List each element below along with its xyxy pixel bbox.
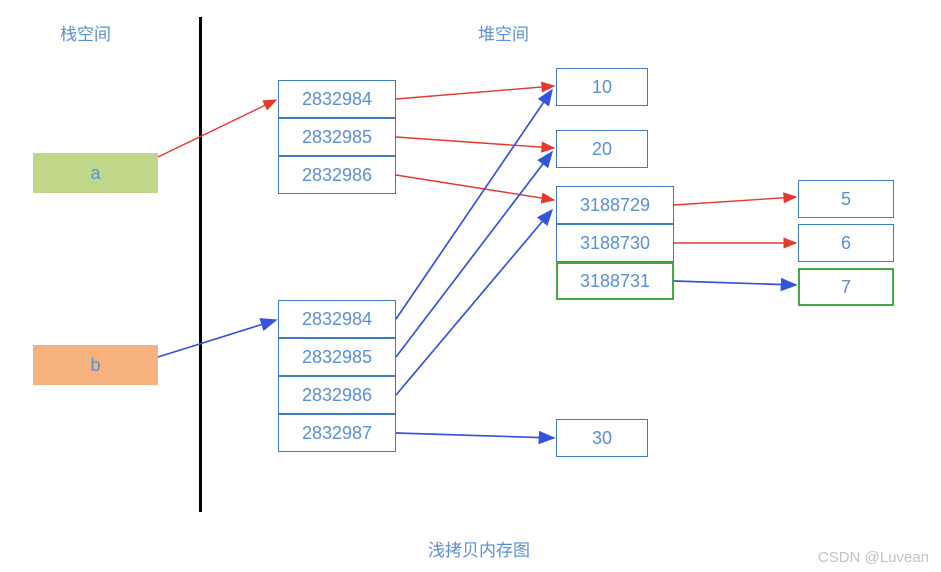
- arrow-sub0-to-5: [674, 197, 796, 205]
- arrow-b1-to-20: [396, 152, 552, 357]
- arrow-a-to-list: [158, 100, 276, 157]
- heap-value-10: 10: [556, 68, 648, 106]
- list-b-item-2: 2832986: [278, 376, 396, 414]
- stack-heap-divider: [199, 17, 202, 512]
- arrow-b2-to-sub: [396, 210, 552, 395]
- arrow-a2-to-sub: [396, 175, 554, 200]
- heap-title: 堆空间: [478, 20, 529, 45]
- sublist-item-1: 3188730: [556, 224, 674, 262]
- list-b-item-1: 2832985: [278, 338, 396, 376]
- sublist-item-0: 3188729: [556, 186, 674, 224]
- arrow-b-to-list: [158, 320, 276, 357]
- arrow-b0-to-10: [396, 90, 552, 319]
- arrow-a1-to-20: [396, 137, 554, 148]
- list-a-item-1: 2832985: [278, 118, 396, 156]
- variable-b: b: [33, 345, 158, 385]
- arrow-b3-to-30: [396, 433, 554, 438]
- sub-value-6: 6: [798, 224, 894, 262]
- stack-title: 栈空间: [60, 20, 111, 45]
- arrow-a0-to-10: [396, 86, 554, 99]
- list-a-item-2: 2832986: [278, 156, 396, 194]
- caption: 浅拷贝内存图: [428, 536, 530, 561]
- arrow-sub2-to-7: [674, 281, 796, 285]
- list-a-item-0: 2832984: [278, 80, 396, 118]
- sub-value-7: 7: [798, 268, 894, 306]
- sublist-item-2: 3188731: [556, 262, 674, 300]
- sub-value-5: 5: [798, 180, 894, 218]
- heap-value-20: 20: [556, 130, 648, 168]
- heap-value-30: 30: [556, 419, 648, 457]
- list-b-item-0: 2832984: [278, 300, 396, 338]
- variable-a: a: [33, 153, 158, 193]
- list-b-item-3: 2832987: [278, 414, 396, 452]
- watermark: CSDN @Luvean: [818, 549, 929, 566]
